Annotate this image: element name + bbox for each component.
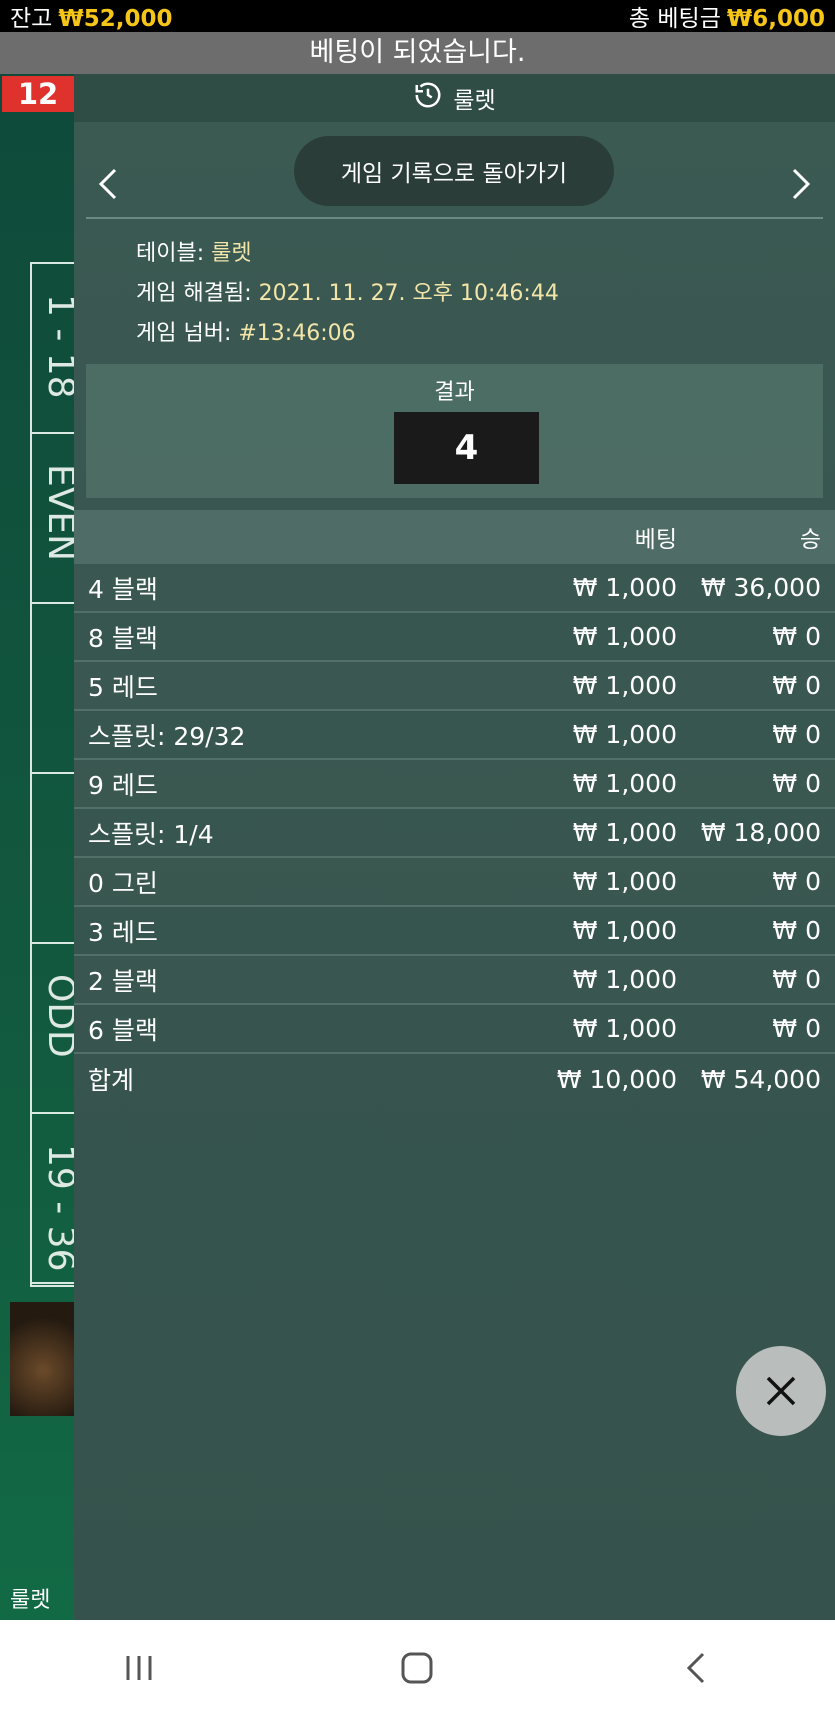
result-section: 결과 4	[86, 364, 823, 498]
close-button[interactable]	[736, 1346, 826, 1436]
resolved-info: 게임 해결됨: 2021. 11. 27. 오후 10:46:44	[136, 281, 559, 306]
bet-name: 6 블랙	[88, 1015, 158, 1045]
win-column-header: 승	[799, 527, 821, 553]
panel-header: 룰렛	[74, 74, 835, 122]
bet-odd[interactable]: ODD	[32, 944, 81, 1114]
bet-amount: ₩ 1,000	[572, 818, 677, 847]
win-amount: ₩ 0	[772, 1014, 821, 1043]
table-row: 2 블랙 ₩ 1,000 ₩ 0	[74, 956, 835, 1005]
close-icon	[766, 1376, 796, 1406]
total-label: 합계	[88, 1066, 135, 1095]
back-button[interactable]	[656, 1638, 736, 1698]
bet-even[interactable]: EVEN	[32, 434, 81, 604]
recent-apps-icon	[126, 1656, 152, 1680]
win-amount: ₩ 0	[772, 965, 821, 994]
table-row: 6 블랙 ₩ 1,000 ₩ 0	[74, 1005, 835, 1054]
balance: 잔고 ₩52,000	[10, 0, 172, 33]
total-bet-value: ₩6,000	[726, 6, 825, 32]
table-header: 베팅 승	[74, 510, 835, 564]
bets-table: 베팅 승 4 블랙 ₩ 1,000 ₩ 36,000 8 블랙 ₩ 1,000 ₩ 05 …	[74, 510, 835, 1104]
bet-amount: ₩ 1,000	[572, 622, 677, 651]
table-name-label: 룰렛	[10, 1588, 51, 1613]
back-icon	[686, 1652, 704, 1684]
table-row: 스플릿: 1/4 ₩ 1,000 ₩ 18,000	[74, 809, 835, 858]
total-bet-label: 총 베팅금	[628, 6, 721, 32]
bet-name: 스플릿: 1/4	[88, 819, 214, 849]
win-amount: ₩ 0	[772, 769, 821, 798]
table-row: 3 레드 ₩ 1,000 ₩ 0	[74, 907, 835, 956]
table-row: 0 그린 ₩ 1,000 ₩ 0	[74, 858, 835, 907]
bet-amount: ₩ 1,000	[572, 965, 677, 994]
table-row: 5 레드 ₩ 1,000 ₩ 0	[74, 662, 835, 711]
result-number: 4	[394, 412, 539, 484]
bet-amount: ₩ 1,000	[572, 916, 677, 945]
bet-low[interactable]: 1 - 18	[32, 264, 81, 434]
win-amount: ₩ 0	[772, 916, 821, 945]
bet-amount: ₩ 1,000	[572, 867, 677, 896]
bet-black[interactable]	[32, 774, 80, 944]
win-amount: ₩ 0	[772, 867, 821, 896]
outside-bets-column: 1 - 18 EVEN ODD 19 - 36	[30, 262, 81, 1287]
total-win: ₩ 54,000	[700, 1064, 821, 1094]
home-button[interactable]	[377, 1638, 457, 1698]
bet-rows: 4 블랙 ₩ 1,000 ₩ 36,000 8 블랙 ₩ 1,000 ₩ 0 5 레드 ₩ 1…	[74, 564, 835, 1054]
bet-amount: ₩ 1,000	[572, 769, 677, 798]
status-bar: 잔고 ₩52,000 총 베팅금 ₩6,000	[0, 0, 835, 32]
bet-name: 스플릿: 29/32	[88, 721, 246, 751]
bet-placed-banner: 베팅이 되었습니다.	[0, 32, 835, 74]
bet-name: 5 레드	[88, 672, 158, 702]
game-history-panel: 룰렛 게임 기록으로 돌아가기 테이블: 룰렛 게임 해결됨: 2021. 11…	[74, 74, 835, 1620]
bet-name: 0 그린	[88, 868, 158, 898]
bet-name: 2 블랙	[88, 966, 158, 996]
table-row: 8 블랙 ₩ 1,000 ₩ 0	[74, 613, 835, 662]
panel-title: 룰렛	[453, 88, 496, 114]
video-thumbnail[interactable]	[10, 1302, 76, 1416]
table-info: 테이블: 룰렛	[136, 241, 252, 266]
win-amount: ₩ 0	[772, 622, 821, 651]
last-number-badge: 12	[2, 76, 74, 112]
total-bet: 총 베팅금 ₩6,000	[629, 0, 825, 33]
chevron-left-icon	[98, 168, 117, 200]
recent-apps-button[interactable]	[99, 1638, 179, 1698]
bet-name: 3 레드	[88, 917, 158, 947]
balance-value: ₩52,000	[58, 6, 173, 32]
total-bet: ₩ 10,000	[556, 1064, 677, 1094]
win-amount: ₩ 36,000	[700, 573, 821, 602]
home-icon	[401, 1652, 433, 1684]
win-amount: ₩ 18,000	[700, 818, 821, 847]
bet-red[interactable]	[32, 604, 80, 774]
game-number-info: 게임 넘버: #13:46:06	[136, 321, 356, 346]
previous-game-button[interactable]	[88, 154, 128, 214]
table-row: 4 블랙 ₩ 1,000 ₩ 36,000	[74, 564, 835, 613]
bet-name: 4 블랙	[88, 574, 158, 604]
bet-amount: ₩ 1,000	[572, 573, 677, 602]
back-to-history-button[interactable]: 게임 기록으로 돌아가기	[294, 136, 614, 206]
bet-amount: ₩ 1,000	[572, 1014, 677, 1043]
table-row: 9 레드 ₩ 1,000 ₩ 0	[74, 760, 835, 809]
total-row: 합계 ₩ 10,000 ₩ 54,000	[74, 1054, 835, 1104]
chevron-right-icon	[792, 168, 811, 200]
bet-high[interactable]: 19 - 36	[32, 1114, 81, 1284]
result-label: 결과	[434, 380, 475, 405]
history-icon	[413, 80, 453, 116]
next-game-button[interactable]	[781, 154, 821, 214]
system-navigation-bar	[0, 1620, 835, 1716]
bet-amount: ₩ 1,000	[572, 720, 677, 749]
bet-name: 9 레드	[88, 770, 158, 800]
game-info: 테이블: 룰렛 게임 해결됨: 2021. 11. 27. 오후 10:46:4…	[136, 234, 559, 354]
balance-label: 잔고	[10, 6, 53, 32]
bet-column-header: 베팅	[634, 527, 677, 553]
bet-amount: ₩ 1,000	[572, 671, 677, 700]
win-amount: ₩ 0	[772, 671, 821, 700]
divider	[86, 217, 823, 219]
win-amount: ₩ 0	[772, 720, 821, 749]
table-row: 스플릿: 29/32 ₩ 1,000 ₩ 0	[74, 711, 835, 760]
bet-name: 8 블랙	[88, 623, 158, 653]
